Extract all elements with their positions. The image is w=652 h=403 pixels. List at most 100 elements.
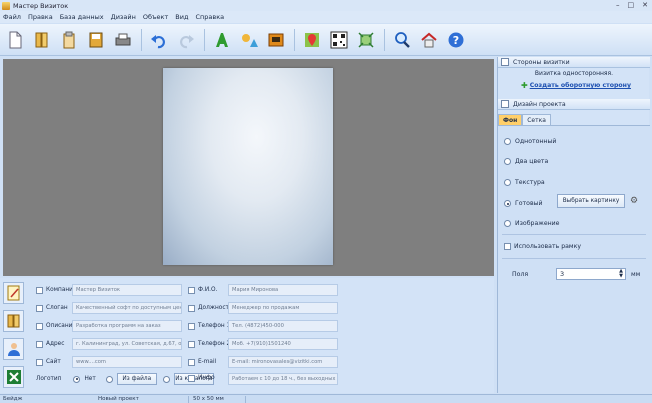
sides-header-label: Стороны визитки: [513, 58, 570, 66]
use-frame-checkbox[interactable]: [504, 243, 511, 250]
site-input[interactable]: www....com: [72, 356, 182, 368]
divider: [502, 258, 646, 259]
address-input[interactable]: г. Калининград, ул. Советская, д.67, оф.…: [72, 338, 182, 350]
option-two-colors[interactable]: Два цвета: [504, 158, 548, 165]
text-icon[interactable]: [211, 29, 233, 51]
description-checkbox[interactable]: [36, 322, 43, 330]
address-field-row: Адрес: [36, 338, 64, 350]
gear-icon[interactable]: ⚙: [630, 196, 640, 206]
choose-picture-button[interactable]: Выбрать картинку: [557, 194, 625, 208]
solid-radio[interactable]: [504, 138, 511, 145]
fio-checkbox[interactable]: [188, 286, 195, 294]
ready-radio[interactable]: [504, 200, 511, 207]
image-icon[interactable]: [265, 29, 287, 51]
help-icon[interactable]: ?: [445, 29, 467, 51]
menu-edit[interactable]: Правка: [28, 13, 53, 21]
position-field-row: Должность: [188, 302, 232, 314]
option-texture[interactable]: Текстура: [504, 179, 545, 186]
use-frame-option[interactable]: Использовать рамку: [504, 243, 581, 250]
menu-help[interactable]: Справка: [195, 13, 224, 21]
undo-icon[interactable]: [148, 29, 170, 51]
email-checkbox[interactable]: [188, 358, 195, 366]
menu-design[interactable]: Дизайн: [111, 13, 136, 21]
design-header[interactable]: Дизайн проекта: [498, 99, 650, 110]
tab-background[interactable]: Фон: [498, 114, 523, 125]
option-solid[interactable]: Однотонный: [504, 138, 556, 145]
background-tab-content: Однотонный Два цвета Текстура Готовый Вы…: [498, 125, 650, 393]
logo-none-radio[interactable]: [73, 375, 81, 383]
save-icon[interactable]: [85, 29, 107, 51]
spinner-down-icon[interactable]: ▼: [619, 274, 623, 279]
company-input[interactable]: Мастер Визиток: [72, 284, 182, 296]
site-field-row: Сайт: [36, 356, 61, 368]
status-divider: [245, 396, 246, 403]
open-icon[interactable]: [31, 29, 53, 51]
design-tabs: Фон Сетка: [498, 114, 551, 125]
edit-text-icon[interactable]: [3, 282, 24, 304]
fio-input[interactable]: Мария Миронова: [228, 284, 338, 296]
templates-icon[interactable]: [3, 310, 24, 332]
zoom-icon[interactable]: [391, 29, 413, 51]
description-input[interactable]: Разработка программ на заказ: [72, 320, 182, 332]
fio-field-row: Ф.И.О.: [188, 284, 217, 296]
info-input[interactable]: Работаем с 10 до 18 ч., без выходных: [228, 373, 338, 385]
solid-label: Однотонный: [515, 138, 557, 145]
logo-catalog-radio[interactable]: [162, 375, 170, 383]
option-ready[interactable]: Готовый: [504, 200, 543, 207]
phone1-input[interactable]: Тел. (4872)450-000: [228, 320, 338, 332]
slogan-input[interactable]: Качественный софт по доступным ценам: [72, 302, 182, 314]
toolbar-separator: [141, 28, 142, 51]
slogan-field-row: Слоган: [36, 302, 68, 314]
print-icon[interactable]: [112, 29, 134, 51]
phone1-checkbox[interactable]: [188, 322, 195, 330]
margins-spinner[interactable]: 3 ▲ ▼: [556, 268, 626, 280]
tab-grid[interactable]: Сетка: [522, 114, 551, 125]
position-checkbox[interactable]: [188, 304, 195, 312]
redo-icon[interactable]: [175, 29, 197, 51]
menu-view[interactable]: Вид: [175, 13, 188, 21]
business-card-preview[interactable]: [163, 68, 333, 265]
image-radio[interactable]: [504, 220, 511, 227]
menu-file[interactable]: Файл: [3, 13, 21, 21]
option-image[interactable]: Изображение: [504, 220, 560, 227]
home-icon[interactable]: [418, 29, 440, 51]
create-back-link[interactable]: Создать оборотную сторону: [530, 82, 631, 89]
new-icon[interactable]: [4, 29, 26, 51]
design-canvas[interactable]: [3, 59, 494, 276]
side-toolbar: [3, 282, 25, 394]
card-sides-icon: [501, 58, 509, 66]
email-input[interactable]: E-mail: mironovasales@vizitki.com: [228, 356, 338, 368]
close-button[interactable]: ✕: [642, 1, 648, 9]
crop-icon[interactable]: [355, 29, 377, 51]
shapes-icon[interactable]: [238, 29, 260, 51]
phone2-input[interactable]: Моб. +7(910)1501240: [228, 338, 338, 350]
texture-radio[interactable]: [504, 179, 511, 186]
two-colors-radio[interactable]: [504, 158, 511, 165]
info-field-row: Инфо: [188, 372, 215, 384]
logo-from-file-button[interactable]: Из файла: [116, 373, 157, 385]
menu-object[interactable]: Объект: [143, 13, 168, 21]
sides-header[interactable]: Стороны визитки: [498, 57, 650, 68]
company-checkbox[interactable]: [36, 286, 43, 294]
margins-unit: мм: [631, 271, 641, 278]
address-checkbox[interactable]: [36, 340, 43, 348]
maximize-button[interactable]: □: [628, 1, 635, 9]
clipboard-icon[interactable]: [58, 29, 80, 51]
logo-file-radio[interactable]: [105, 375, 113, 383]
toolbar: ?: [0, 24, 652, 56]
minimize-button[interactable]: –: [616, 1, 620, 9]
company-field-row: Компания: [36, 284, 76, 296]
excel-icon[interactable]: [3, 366, 24, 388]
menu-database[interactable]: База данных: [60, 13, 104, 21]
position-input[interactable]: Менеджер по продажам: [228, 302, 338, 314]
qr-code-icon[interactable]: [328, 29, 350, 51]
texture-label: Текстура: [515, 179, 545, 186]
phone2-checkbox[interactable]: [188, 340, 195, 348]
sides-info: Визитка односторонняя.: [534, 70, 614, 77]
map-icon[interactable]: [301, 29, 323, 51]
slogan-checkbox[interactable]: [36, 304, 43, 312]
contacts-icon[interactable]: [3, 338, 24, 360]
site-checkbox[interactable]: [36, 358, 43, 366]
info-checkbox[interactable]: [188, 374, 195, 382]
two-colors-label: Два цвета: [515, 158, 549, 165]
